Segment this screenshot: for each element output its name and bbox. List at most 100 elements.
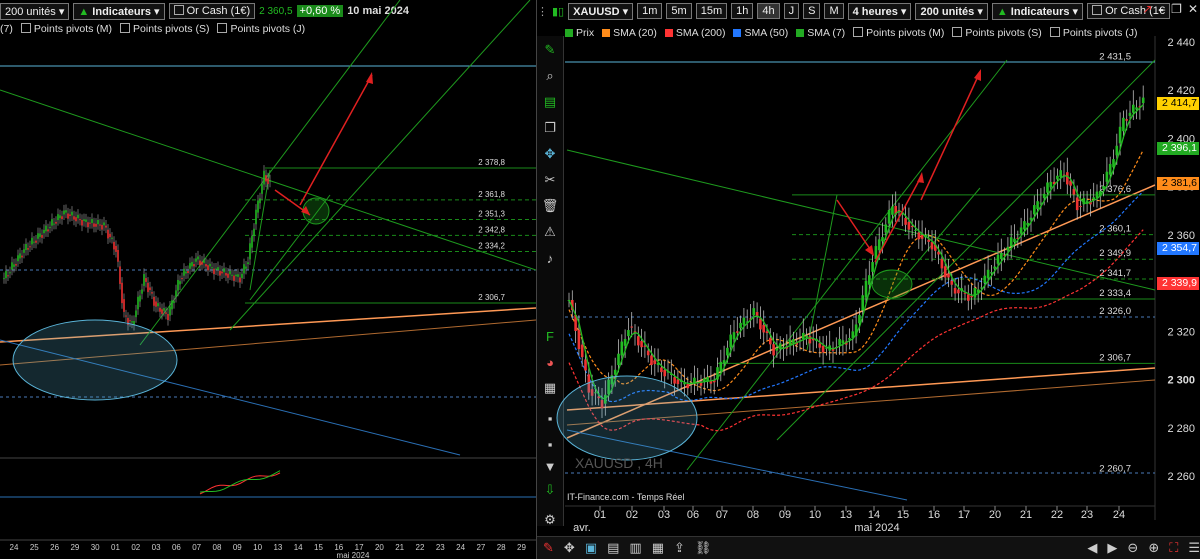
candle-body [11,262,13,270]
candle-body [983,275,987,284]
candle-body [223,268,225,273]
candle-body [884,224,888,233]
x-tick-label: 21 [1020,509,1032,521]
candle-body [15,264,17,266]
cursor-icon[interactable]: ✥ [564,540,575,556]
candle-body [203,259,205,263]
candle-body [584,359,587,371]
candle-body [85,219,87,222]
pivot-level-label: 2 333,4 [1099,288,1131,299]
link-icon[interactable]: ⛓ [695,540,712,556]
candle-body [858,314,861,324]
candle-body [243,264,245,274]
price-tag: 2 381,6 [1157,176,1199,190]
arrow-head-icon [366,72,373,84]
highlight-ellipse [12,319,178,401]
candle-body [269,180,271,182]
candle-body [205,264,207,267]
options-icon[interactable]: ☰ [1188,540,1200,556]
candle-body [927,239,930,242]
candle-body [187,271,189,273]
candle-body [235,274,237,277]
x-tick-label: 10 [253,543,262,552]
scroll-right-icon[interactable]: ▶ [1107,540,1117,556]
green-channel-line [686,59,1008,471]
pivot-level-label: 2 306,7 [1099,352,1131,363]
candle-body [1141,97,1145,104]
candle-body [1009,237,1013,247]
candle-body [247,262,249,265]
x-tick-label: 08 [213,543,222,552]
candle-body [17,255,19,262]
price-axis-label: 2 320 [1167,326,1195,338]
save-icon[interactable]: ▤ [607,540,619,556]
window-icon[interactable]: ▣ [585,540,597,556]
data-source: IT-Finance.com - Temps Réel [567,492,684,502]
candle-body [143,274,145,286]
candle-body [19,253,21,259]
candle-body [99,224,101,226]
candle-body [726,347,729,356]
candle-body [1072,189,1076,195]
candle-body [719,361,723,372]
candle-body [115,245,117,252]
candle-body [83,219,85,221]
pivot-level-label: 2 431,5 [1099,51,1131,62]
candle-body [759,318,762,330]
pivot-level-label: 2 260,7 [1099,463,1131,474]
candle-body [101,224,103,230]
candle-body [167,313,169,321]
candle-body [131,321,133,323]
right-chart-canvas[interactable]: 2 431,52 376,62 360,12 349,92 341,72 333… [537,0,1200,559]
x-tick-label: 22 [1051,509,1063,521]
candle-body [201,261,203,265]
candle-body [199,260,201,266]
scroll-left-icon[interactable]: ◀ [1087,540,1097,556]
candle-body [93,223,95,227]
candle-body [261,184,263,194]
candle-body [907,222,911,230]
candle-body [1036,201,1039,209]
fullscreen-icon[interactable]: ⛶ [1169,540,1178,556]
pivot-level-label: 2 326,0 [1099,306,1131,317]
x-tick-label: 10 [809,509,821,521]
right-chart-pane[interactable]: ⋮ ▮▯ XAUUSD ▾ 1m 5m 15m 1h 4h J S M 4 he… [537,0,1200,559]
candle-body [109,233,111,238]
chart-icon[interactable]: ▦ [652,540,664,556]
candle-body [145,278,147,282]
zoom-in-icon[interactable]: ⊕ [1148,540,1159,556]
left-chart-canvas[interactable]: 2 378,8 2 361,8 2 351,3 2 342,8 2 334,2 2 306… [0,0,536,559]
candle-body [996,254,1000,264]
candle-body [179,281,181,285]
candle-body [706,376,709,382]
export-icon[interactable]: ⇪ [674,540,685,556]
candle-body [881,237,884,242]
candle-body [33,241,35,243]
edit-icon[interactable]: ✎ [543,540,554,556]
candle-body [775,347,779,351]
left-chart-pane[interactable]: 200 unités ▾ ▲ Indicateurs ▾ Or Cash (1€… [0,0,536,559]
x-tick-label: 23 [436,543,445,552]
candle-body [947,273,950,278]
x-tick-label: 01 [594,509,606,521]
candle-body [1033,205,1036,215]
candle-body [752,308,756,316]
candle-body [9,272,11,274]
x-tick-label: 27 [476,543,485,552]
candle-body [103,222,105,226]
candle-body [686,383,690,389]
x-tick-label: 28 [497,543,506,552]
oscillator-signal [199,472,281,495]
zoom-out-icon[interactable]: ⊖ [1127,540,1138,556]
print-icon[interactable]: ▥ [629,540,641,556]
candle-body [265,175,267,182]
candle-body [887,209,891,224]
price-tag: 2 396,1 [1157,141,1199,155]
candle-body [917,232,921,240]
candle-body [613,369,617,375]
x-tick-label: 15 [314,543,323,552]
candle-body [1066,172,1069,185]
green-down-trend [566,149,1156,291]
x-tick-label: 24 [10,543,19,552]
candle-body [967,294,970,301]
